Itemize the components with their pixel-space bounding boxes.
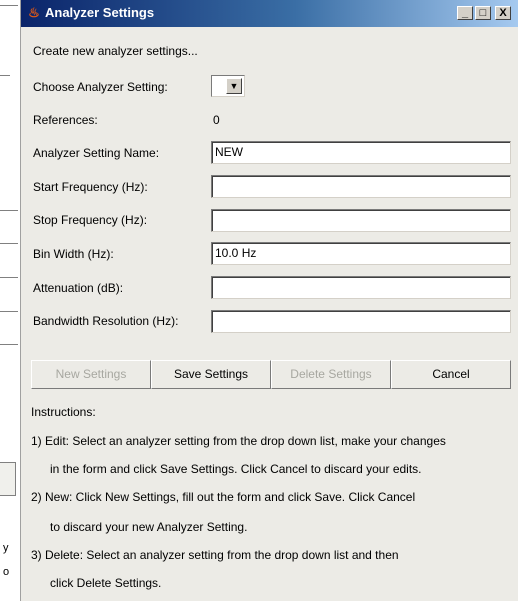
start-frequency-field[interactable]: [211, 175, 511, 198]
delete-settings-button[interactable]: Delete Settings: [271, 360, 391, 389]
stop-frequency-field[interactable]: [211, 209, 511, 232]
maximize-button[interactable]: □: [475, 6, 491, 20]
bin-width-label: Bin Width (Hz):: [33, 247, 114, 261]
instruction-line: click Delete Settings.: [50, 576, 162, 590]
background-text: y: [3, 542, 9, 554]
background-divider: [0, 311, 18, 312]
background-divider: [0, 344, 18, 345]
background-app: y o: [0, 0, 20, 601]
cancel-button[interactable]: Cancel: [391, 360, 511, 389]
background-divider: [0, 210, 18, 211]
bin-width-field[interactable]: 10.0 Hz: [211, 242, 511, 265]
bandwidth-resolution-label: Bandwidth Resolution (Hz):: [33, 314, 179, 328]
attenuation-label: Attenuation (dB):: [33, 281, 124, 295]
attenuation-field[interactable]: [211, 276, 511, 299]
stop-frequency-label: Stop Frequency (Hz):: [33, 213, 148, 227]
save-settings-button[interactable]: Save Settings: [151, 360, 271, 389]
chevron-down-icon[interactable]: ▼: [226, 78, 242, 94]
window-title: Analyzer Settings: [45, 5, 155, 20]
background-text: o: [3, 566, 10, 578]
background-divider: [0, 5, 18, 6]
analyzer-settings-window: ♨ Analyzer Settings _ □ X Create new ana…: [20, 0, 518, 601]
instruction-line: 1) Edit: Select an analyzer setting from…: [31, 434, 446, 448]
action-buttons: New Settings Save Settings Delete Settin…: [31, 360, 511, 389]
setting-name-field[interactable]: NEW: [211, 141, 511, 164]
choose-setting-label: Choose Analyzer Setting:: [33, 80, 168, 94]
instructions-title: Instructions:: [31, 405, 96, 419]
close-button[interactable]: X: [495, 6, 511, 20]
bandwidth-resolution-field[interactable]: [211, 310, 511, 333]
setting-name-label: Analyzer Setting Name:: [33, 146, 160, 160]
instruction-line: 3) Delete: Select an analyzer setting fr…: [31, 548, 399, 562]
references-value: 0: [213, 113, 220, 127]
references-label: References:: [33, 113, 98, 127]
analyzer-setting-dropdown[interactable]: ▼: [211, 75, 245, 97]
new-settings-button[interactable]: New Settings: [31, 360, 151, 389]
background-button[interactable]: [0, 462, 16, 496]
instruction-line: in the form and click Save Settings. Cli…: [50, 462, 422, 476]
java-coffee-icon: ♨: [28, 5, 40, 20]
start-frequency-label: Start Frequency (Hz):: [33, 180, 148, 194]
background-divider: [0, 243, 18, 244]
minimize-button[interactable]: _: [457, 6, 473, 20]
background-divider: [0, 75, 10, 76]
form-heading: Create new analyzer settings...: [33, 44, 198, 58]
title-bar[interactable]: ♨ Analyzer Settings _ □ X: [21, 0, 518, 27]
instruction-line: to discard your new Analyzer Setting.: [50, 520, 248, 534]
background-divider: [0, 277, 18, 278]
instruction-line: 2) New: Click New Settings, fill out the…: [31, 490, 416, 504]
